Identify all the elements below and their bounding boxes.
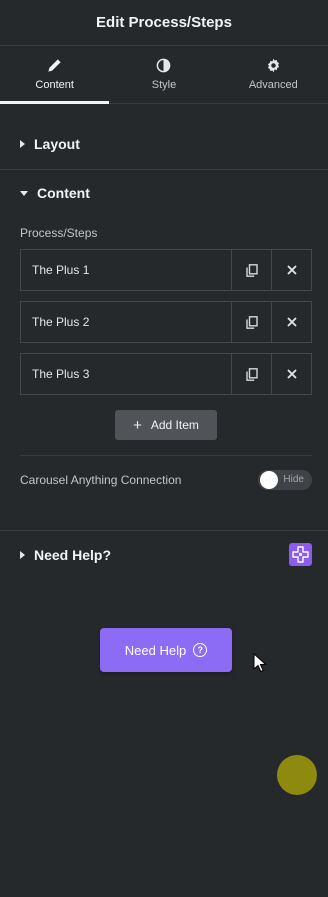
tab-content-label: Content: [35, 79, 74, 91]
caret-down-icon: [20, 190, 28, 196]
duplicate-button[interactable]: [231, 250, 271, 290]
need-help-button[interactable]: Need Help ?: [100, 628, 232, 672]
close-icon: [286, 369, 297, 379]
duplicate-button[interactable]: [231, 302, 271, 342]
add-item-button[interactable]: + Add Item: [115, 410, 217, 440]
add-item-label: Add Item: [150, 418, 199, 432]
copy-icon: [245, 263, 258, 277]
tab-style[interactable]: Style: [109, 46, 218, 103]
tab-content[interactable]: Content: [0, 46, 110, 104]
theplus-logo-icon: [292, 546, 309, 563]
remove-button[interactable]: [271, 250, 311, 290]
remove-button[interactable]: [271, 302, 311, 342]
tab-advanced-label: Advanced: [248, 79, 298, 91]
close-icon: [286, 317, 297, 327]
repeater-label: Process/Steps: [20, 226, 98, 240]
gear-icon: [267, 58, 279, 73]
toggle-state-text: Hide: [283, 474, 304, 485]
caret-right-icon: [20, 140, 25, 148]
toggle-knob: [260, 471, 278, 489]
tab-advanced[interactable]: Advanced: [219, 46, 328, 103]
theplus-addon-button[interactable]: [289, 543, 312, 566]
repeater-item: The Plus 2: [20, 301, 312, 343]
tab-style-label: Style: [151, 79, 177, 91]
remove-button[interactable]: [271, 354, 311, 394]
carousel-connection-toggle[interactable]: Hide: [258, 470, 312, 490]
contrast-icon: [157, 58, 171, 73]
repeater-item-title[interactable]: The Plus 1: [21, 250, 231, 290]
section-need-help-toggle[interactable]: Need Help?: [0, 531, 328, 579]
pencil-icon: [48, 59, 61, 72]
panel-title: Edit Process/Steps: [96, 14, 232, 31]
repeater-item-title[interactable]: The Plus 2: [21, 302, 231, 342]
divider: [20, 455, 312, 456]
plus-icon: +: [133, 416, 142, 434]
repeater-item-title[interactable]: The Plus 3: [21, 354, 231, 394]
mouse-pointer-icon: [253, 653, 267, 673]
copy-icon: [245, 315, 258, 329]
question-circle-icon: ?: [193, 643, 208, 657]
repeater-item: The Plus 3: [20, 353, 312, 395]
carousel-connection-row: Carousel Anything Connection Hide: [20, 468, 312, 492]
section-need-help-title: Need Help?: [34, 547, 112, 563]
need-help-label: Need Help: [124, 642, 187, 658]
close-icon: [286, 265, 297, 275]
section-layout-toggle[interactable]: Layout: [0, 120, 328, 168]
copy-icon: [245, 367, 258, 381]
carousel-connection-label: Carousel Anything Connection: [20, 473, 182, 487]
repeater-item: The Plus 1: [20, 249, 312, 291]
section-layout-title: Layout: [34, 136, 80, 152]
indicator-dot: [277, 755, 317, 795]
caret-right-icon: [20, 551, 25, 559]
panel-header: Edit Process/Steps: [0, 0, 328, 46]
panel-tabs: Content Style Advanced: [0, 46, 328, 104]
section-content-title: Content: [37, 185, 90, 201]
section-content-toggle[interactable]: Content: [0, 169, 328, 217]
duplicate-button[interactable]: [231, 354, 271, 394]
